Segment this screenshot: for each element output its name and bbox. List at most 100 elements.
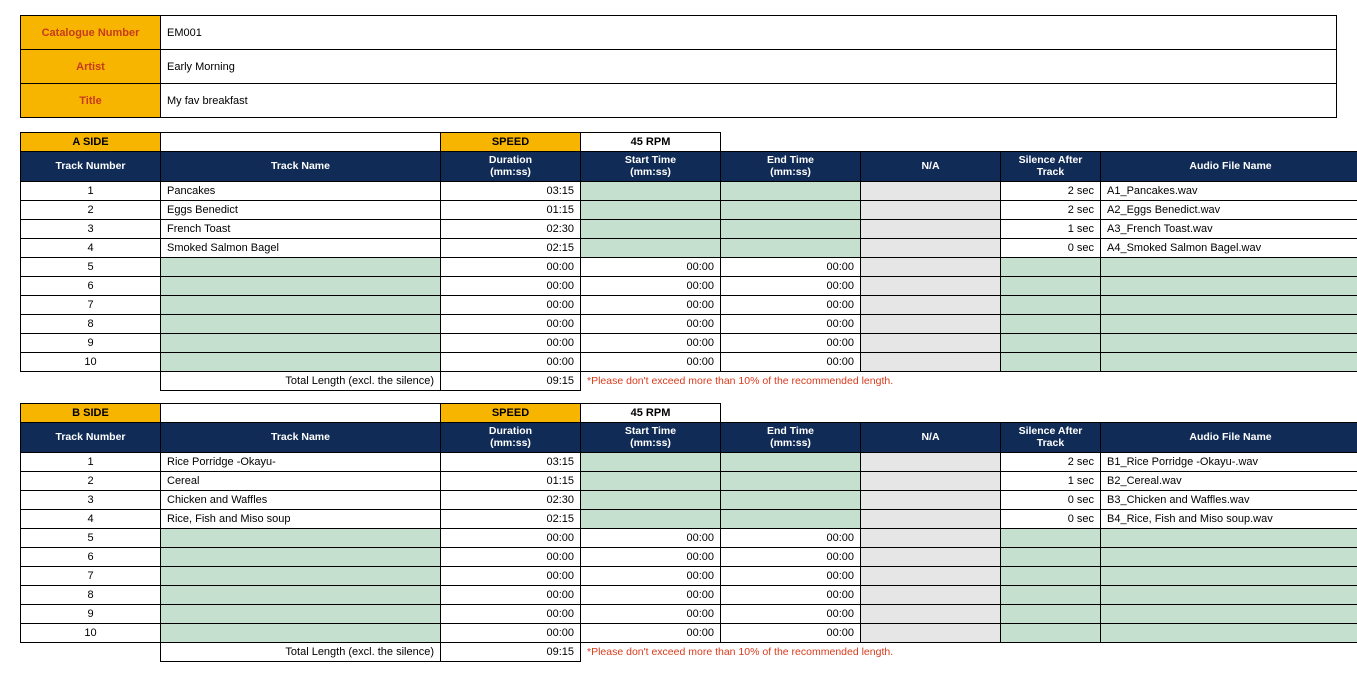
cell-duration[interactable]: 00:00 xyxy=(441,277,581,296)
cell-duration[interactable]: 01:15 xyxy=(441,201,581,220)
cell-track-name[interactable] xyxy=(161,296,441,315)
cell-silence[interactable] xyxy=(1001,624,1101,643)
cell-start-time[interactable] xyxy=(581,182,721,201)
cell-audio-file[interactable] xyxy=(1101,296,1357,315)
cell-track-name[interactable]: Pancakes xyxy=(161,182,441,201)
cell-start-time[interactable]: 00:00 xyxy=(581,586,721,605)
cell-silence[interactable] xyxy=(1001,258,1101,277)
cell-silence[interactable]: 1 sec xyxy=(1001,220,1101,239)
cell-silence[interactable] xyxy=(1001,334,1101,353)
cell-audio-file[interactable] xyxy=(1101,277,1357,296)
cell-audio-file[interactable] xyxy=(1101,334,1357,353)
cell-duration[interactable]: 02:15 xyxy=(441,510,581,529)
cell-start-time[interactable]: 00:00 xyxy=(581,258,721,277)
cell-track-name[interactable]: Chicken and Waffles xyxy=(161,491,441,510)
cell-end-time[interactable] xyxy=(721,239,861,258)
cell-start-time[interactable] xyxy=(581,472,721,491)
cell-end-time[interactable]: 00:00 xyxy=(721,277,861,296)
cell-end-time[interactable] xyxy=(721,491,861,510)
cell-silence[interactable] xyxy=(1001,353,1101,372)
cell-start-time[interactable] xyxy=(581,491,721,510)
cell-duration[interactable]: 02:30 xyxy=(441,220,581,239)
cell-end-time[interactable]: 00:00 xyxy=(721,334,861,353)
cell-silence[interactable] xyxy=(1001,529,1101,548)
cell-track-name[interactable] xyxy=(161,605,441,624)
cell-audio-file[interactable]: A1_Pancakes.wav xyxy=(1101,182,1357,201)
cell-track-name[interactable] xyxy=(161,567,441,586)
cell-audio-file[interactable]: B1_Rice Porridge -Okayu-.wav xyxy=(1101,453,1357,472)
cell-track-name[interactable]: Eggs Benedict xyxy=(161,201,441,220)
cell-duration[interactable]: 00:00 xyxy=(441,567,581,586)
cell-silence[interactable] xyxy=(1001,296,1101,315)
cell-start-time[interactable]: 00:00 xyxy=(581,353,721,372)
cell-audio-file[interactable] xyxy=(1101,567,1357,586)
cell-end-time[interactable] xyxy=(721,182,861,201)
cell-start-time[interactable]: 00:00 xyxy=(581,624,721,643)
cell-audio-file[interactable]: B3_Chicken and Waffles.wav xyxy=(1101,491,1357,510)
cell-end-time[interactable]: 00:00 xyxy=(721,624,861,643)
cell-duration[interactable]: 00:00 xyxy=(441,334,581,353)
cell-start-time[interactable]: 00:00 xyxy=(581,315,721,334)
cell-audio-file[interactable] xyxy=(1101,353,1357,372)
cell-start-time[interactable] xyxy=(581,453,721,472)
cell-audio-file[interactable]: A4_Smoked Salmon Bagel.wav xyxy=(1101,239,1357,258)
cell-start-time[interactable] xyxy=(581,220,721,239)
catalogue-value[interactable]: EM001 xyxy=(161,16,1337,50)
cell-end-time[interactable]: 00:00 xyxy=(721,605,861,624)
cell-track-name[interactable]: Rice Porridge -Okayu- xyxy=(161,453,441,472)
cell-duration[interactable]: 02:15 xyxy=(441,239,581,258)
cell-audio-file[interactable] xyxy=(1101,605,1357,624)
cell-start-time[interactable]: 00:00 xyxy=(581,605,721,624)
cell-duration[interactable]: 03:15 xyxy=(441,453,581,472)
artist-value[interactable]: Early Morning xyxy=(161,50,1337,84)
cell-end-time[interactable] xyxy=(721,453,861,472)
cell-end-time[interactable]: 00:00 xyxy=(721,586,861,605)
cell-silence[interactable]: 1 sec xyxy=(1001,472,1101,491)
cell-duration[interactable]: 03:15 xyxy=(441,182,581,201)
cell-silence[interactable] xyxy=(1001,277,1101,296)
cell-duration[interactable]: 00:00 xyxy=(441,315,581,334)
cell-silence[interactable] xyxy=(1001,548,1101,567)
cell-track-name[interactable] xyxy=(161,624,441,643)
cell-duration[interactable]: 00:00 xyxy=(441,586,581,605)
cell-start-time[interactable]: 00:00 xyxy=(581,567,721,586)
cell-track-name[interactable]: Rice, Fish and Miso soup xyxy=(161,510,441,529)
cell-duration[interactable]: 00:00 xyxy=(441,529,581,548)
cell-end-time[interactable] xyxy=(721,201,861,220)
cell-end-time[interactable]: 00:00 xyxy=(721,567,861,586)
cell-audio-file[interactable] xyxy=(1101,529,1357,548)
cell-audio-file[interactable]: A2_Eggs Benedict.wav xyxy=(1101,201,1357,220)
cell-track-name[interactable]: French Toast xyxy=(161,220,441,239)
cell-start-time[interactable] xyxy=(581,239,721,258)
cell-end-time[interactable]: 00:00 xyxy=(721,529,861,548)
speed-value[interactable]: 45 RPM xyxy=(581,404,721,423)
cell-track-name[interactable] xyxy=(161,353,441,372)
cell-audio-file[interactable] xyxy=(1101,548,1357,567)
cell-audio-file[interactable]: B2_Cereal.wav xyxy=(1101,472,1357,491)
cell-end-time[interactable]: 00:00 xyxy=(721,315,861,334)
cell-start-time[interactable] xyxy=(581,510,721,529)
cell-silence[interactable]: 2 sec xyxy=(1001,453,1101,472)
cell-audio-file[interactable] xyxy=(1101,258,1357,277)
cell-duration[interactable]: 00:00 xyxy=(441,258,581,277)
speed-value[interactable]: 45 RPM xyxy=(581,133,721,152)
cell-end-time[interactable] xyxy=(721,220,861,239)
cell-silence[interactable] xyxy=(1001,605,1101,624)
cell-track-name[interactable] xyxy=(161,529,441,548)
cell-end-time[interactable] xyxy=(721,472,861,491)
cell-audio-file[interactable]: B4_Rice, Fish and Miso soup.wav xyxy=(1101,510,1357,529)
cell-track-name[interactable] xyxy=(161,586,441,605)
cell-start-time[interactable]: 00:00 xyxy=(581,296,721,315)
cell-silence[interactable]: 0 sec xyxy=(1001,491,1101,510)
cell-end-time[interactable]: 00:00 xyxy=(721,296,861,315)
cell-track-name[interactable]: Smoked Salmon Bagel xyxy=(161,239,441,258)
title-value[interactable]: My fav breakfast xyxy=(161,84,1337,118)
cell-end-time[interactable] xyxy=(721,510,861,529)
cell-start-time[interactable] xyxy=(581,201,721,220)
cell-duration[interactable]: 00:00 xyxy=(441,548,581,567)
cell-duration[interactable]: 00:00 xyxy=(441,353,581,372)
cell-audio-file[interactable] xyxy=(1101,586,1357,605)
cell-duration[interactable]: 00:00 xyxy=(441,296,581,315)
cell-track-name[interactable] xyxy=(161,258,441,277)
cell-track-name[interactable] xyxy=(161,315,441,334)
